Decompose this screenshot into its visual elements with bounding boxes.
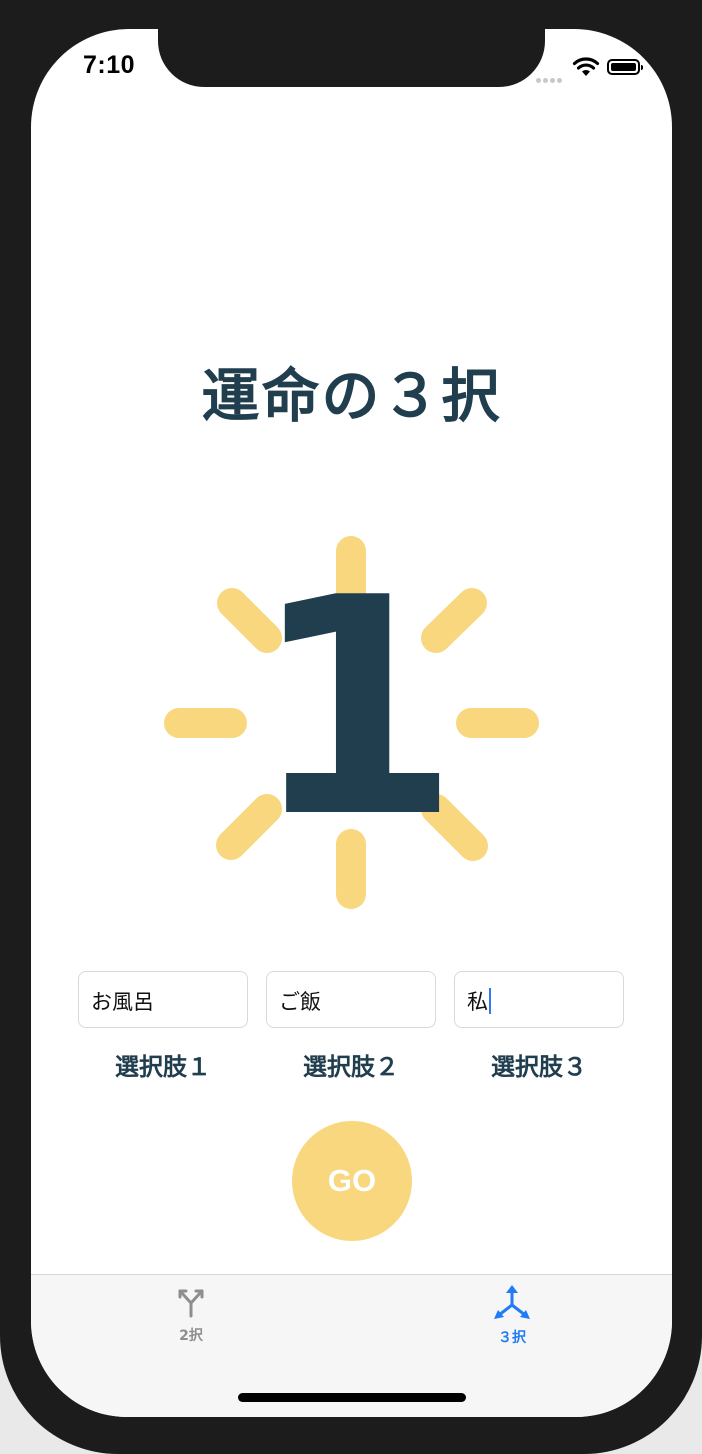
tab-three-choice[interactable]: ３択	[452, 1285, 572, 1355]
choice-3-value: 私	[467, 990, 488, 1014]
choice-1-label: 選択肢１	[115, 1053, 211, 1081]
tab-two-choice[interactable]: 2択	[131, 1285, 251, 1355]
choice-2-label: 選択肢２	[303, 1053, 399, 1081]
tab-two-choice-label: 2択	[179, 1328, 203, 1344]
choice-1-input[interactable]: お風呂	[78, 971, 248, 1028]
phone-screen: 7:10 運命の３択 1 お風呂 ご飯 私 選択肢１ 選択肢２ 選択肢３ GO …	[31, 29, 672, 1417]
result-number: 1	[251, 534, 460, 883]
choice-3-input[interactable]: 私	[454, 971, 624, 1028]
text-cursor	[489, 988, 491, 1014]
phone-frame: 7:10 運命の３択 1 お風呂 ご飯 私 選択肢１ 選択肢２ 選択肢３ GO …	[0, 0, 702, 1454]
choice-1-value: お風呂	[91, 990, 154, 1014]
choice-2-input[interactable]: ご飯	[266, 971, 436, 1028]
go-button[interactable]: GO	[292, 1121, 412, 1241]
home-indicator	[238, 1393, 466, 1402]
three-way-branch-icon	[494, 1285, 530, 1319]
choice-2-value: ご飯	[279, 990, 321, 1014]
choice-3-label: 選択肢３	[491, 1053, 587, 1081]
tab-three-choice-label: ３択	[498, 1330, 526, 1346]
two-way-branch-icon	[178, 1289, 204, 1318]
